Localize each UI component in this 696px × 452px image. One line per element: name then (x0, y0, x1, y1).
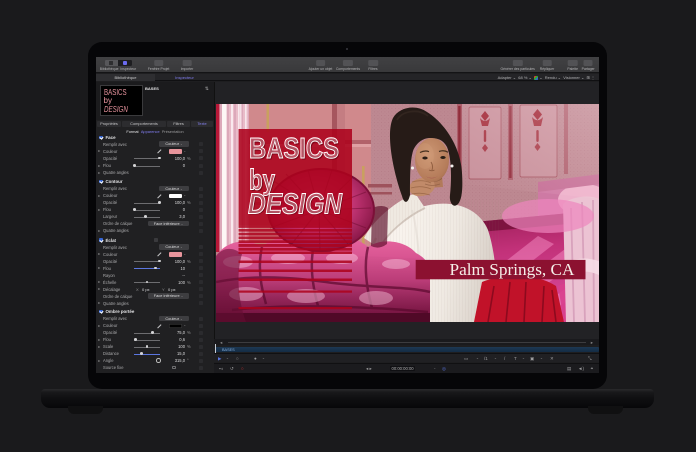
svg-text:Palm Springs, CA: Palm Springs, CA (449, 260, 575, 279)
svg-text:BASICS: BASICS (249, 133, 339, 165)
svg-text:DESIGN: DESIGN (248, 189, 343, 221)
